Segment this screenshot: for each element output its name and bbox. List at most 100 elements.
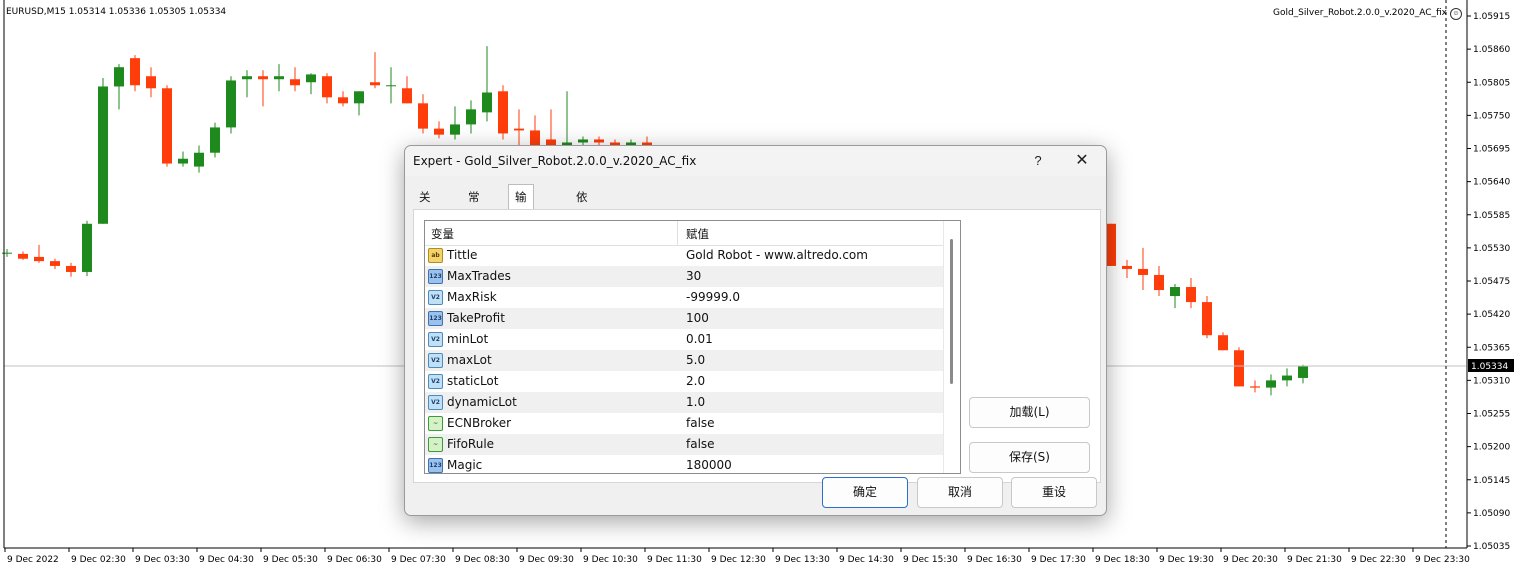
- candle-body: [418, 103, 428, 129]
- candle-body: [290, 79, 300, 86]
- time-tick-label: 9 Dec 03:30: [135, 555, 190, 565]
- time-axis: 9 Dec 2022 9 Dec 02:30 9 Dec 03:30 9 Dec 04…: [4, 548, 1470, 565]
- time-tick-label: 9 Dec 04:30: [199, 555, 254, 565]
- time-tick-label: 9 Dec 23:30: [1415, 555, 1470, 565]
- price-tick-label: 1.05145: [1473, 476, 1510, 486]
- param-row-maxrisk[interactable]: V2 MaxRisk -99999.0: [425, 287, 943, 309]
- vertical-scrollbar[interactable]: [943, 221, 960, 473]
- candle-body: [370, 82, 380, 86]
- column-value[interactable]: 赋值: [686, 226, 709, 242]
- param-value[interactable]: -99999.0: [686, 290, 740, 304]
- help-button[interactable]: ?: [1027, 150, 1049, 172]
- param-name: minLot: [447, 332, 489, 346]
- param-row-ecnbroker[interactable]: ~ ECNBroker false: [425, 413, 943, 435]
- param-value[interactable]: 1.0: [686, 395, 705, 409]
- price-tick-label: 1.05805: [1473, 78, 1510, 88]
- param-value[interactable]: 30: [686, 269, 701, 283]
- tab-dependencies[interactable]: 依存关系: [570, 186, 594, 270]
- time-tick-label: 9 Dec 15:30: [903, 555, 958, 565]
- scrollbar-thumb[interactable]: [950, 239, 953, 384]
- dialog-titlebar[interactable]: Expert - Gold_Silver_Robot.2.0.0_v.2020_…: [405, 146, 1106, 176]
- candle-body: [130, 58, 140, 86]
- column-variable[interactable]: 变量: [431, 226, 454, 242]
- reset-button[interactable]: 重设: [1011, 477, 1097, 508]
- param-row-takeprofit[interactable]: 123 TakeProfit 100: [425, 308, 943, 330]
- candle-body: [18, 253, 28, 259]
- param-name: TakeProfit: [447, 311, 505, 325]
- candle-body: [258, 76, 268, 80]
- price-tick-label: 1.05475: [1473, 277, 1510, 287]
- price-tick-label: 1.05750: [1473, 111, 1510, 121]
- current-price-label: 1.05334: [1471, 362, 1508, 372]
- double-type-icon: V2: [428, 374, 443, 389]
- price-tick-label: 1.05640: [1473, 178, 1510, 188]
- tab-inputs[interactable]: 输入参数: [508, 184, 534, 279]
- param-name: staticLot: [447, 374, 499, 388]
- time-tick-label: 9 Dec 09:30: [519, 555, 574, 565]
- param-row-tittle[interactable]: ab Tittle Gold Robot - www.altredo.com: [425, 245, 943, 267]
- time-tick-label: 9 Dec 18:30: [1095, 555, 1150, 565]
- candle-body: [354, 91, 364, 104]
- param-name: maxLot: [447, 353, 492, 367]
- column-divider[interactable]: [677, 221, 678, 245]
- candle-body: [1266, 380, 1276, 388]
- time-tick-label: 9 Dec 2022: [7, 555, 59, 565]
- candle-body: [162, 88, 172, 164]
- param-name: dynamicLot: [447, 395, 517, 409]
- param-row-fiforule[interactable]: ~ FifoRule false: [425, 434, 943, 456]
- candle-body: [434, 128, 444, 135]
- candle-body: [50, 261, 60, 266]
- param-value[interactable]: Gold Robot - www.altredo.com: [686, 248, 868, 262]
- param-value[interactable]: 5.0: [686, 353, 705, 367]
- time-tick-label: 9 Dec 22:30: [1351, 555, 1406, 565]
- param-row-magic[interactable]: 123 Magic 180000: [425, 455, 943, 473]
- param-value[interactable]: 180000: [686, 458, 732, 472]
- candle-body: [1218, 335, 1228, 351]
- candle-body: [1250, 386, 1260, 388]
- bool-type-icon: ~: [428, 416, 443, 431]
- int-type-icon: 123: [428, 311, 443, 326]
- time-tick-label: 9 Dec 07:30: [391, 555, 446, 565]
- time-tick-label: 9 Dec 16:30: [967, 555, 1022, 565]
- tab-about[interactable]: 关于: [413, 186, 437, 226]
- close-button[interactable]: ✕: [1071, 150, 1093, 172]
- param-row-dynamiclot[interactable]: V2 dynamicLot 1.0: [425, 392, 943, 414]
- price-tick-label: 1.05090: [1473, 509, 1510, 519]
- price-tick-label: 1.05695: [1473, 145, 1510, 155]
- cancel-button[interactable]: 取消: [917, 477, 1003, 508]
- param-value[interactable]: 0.01: [686, 332, 713, 346]
- save-button[interactable]: 保存(S): [969, 442, 1090, 473]
- bool-type-icon: ~: [428, 437, 443, 452]
- param-value[interactable]: 2.0: [686, 374, 705, 388]
- param-value[interactable]: false: [686, 416, 715, 430]
- expert-name: Gold_Silver_Robot.2.0.0_v.2020_AC_fix: [1272, 8, 1447, 18]
- time-tick-label: 9 Dec 19:30: [1159, 555, 1214, 565]
- candle-body: [1202, 302, 1212, 336]
- param-name: Tittle: [447, 248, 478, 262]
- candle-body: [1282, 375, 1292, 381]
- tab-common[interactable]: 常用: [462, 186, 486, 226]
- candle-body: [1186, 287, 1196, 303]
- parameters-table: 变量 赋值 ab Tittle Gold Robot - www.altredo.c…: [424, 220, 961, 474]
- candle-body: [1154, 274, 1164, 291]
- param-row-minlot[interactable]: V2 minLot 0.01: [425, 329, 943, 351]
- param-row-staticlot[interactable]: V2 staticLot 2.0: [425, 371, 943, 393]
- param-row-maxtrades[interactable]: 123 MaxTrades 30: [425, 266, 943, 288]
- param-name: MaxTrades: [447, 269, 511, 283]
- time-tick-label: 9 Dec 05:30: [263, 555, 318, 565]
- candle-body: [514, 128, 524, 131]
- load-button[interactable]: 加载(L): [969, 397, 1090, 428]
- ok-button[interactable]: 确定: [822, 477, 908, 508]
- param-row-maxlot[interactable]: V2 maxLot 5.0: [425, 350, 943, 372]
- int-type-icon: 123: [428, 458, 443, 473]
- smiley-icon[interactable]: ☺: [1450, 8, 1462, 20]
- param-value[interactable]: false: [686, 437, 715, 451]
- double-type-icon: V2: [428, 395, 443, 410]
- candle-body: [226, 80, 236, 128]
- param-value[interactable]: 100: [686, 311, 709, 325]
- double-type-icon: V2: [428, 290, 443, 305]
- string-type-icon: ab: [428, 248, 443, 263]
- candle-body: [594, 139, 604, 143]
- price-tick-label: 1.05860: [1473, 45, 1510, 55]
- candle-body: [338, 97, 348, 104]
